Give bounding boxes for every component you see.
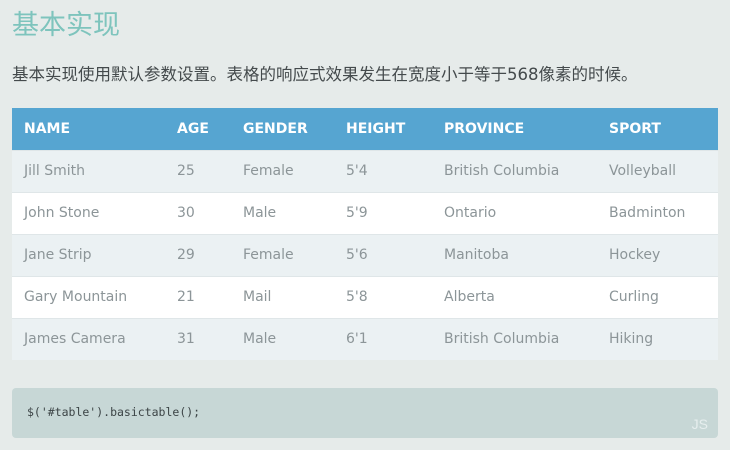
cell-gender: Mail: [231, 275, 334, 318]
header-age: AGE: [165, 108, 231, 150]
cell-name: John Stone: [12, 191, 165, 234]
cell-name: Jill Smith: [12, 149, 165, 192]
header-sport: SPORT: [597, 108, 718, 150]
cell-age: 31: [165, 317, 231, 360]
cell-gender: Female: [231, 149, 334, 192]
header-height: HEIGHT: [334, 108, 432, 150]
cell-gender: Female: [231, 233, 334, 276]
header-gender: GENDER: [231, 108, 334, 150]
header-province: PROVINCE: [432, 108, 597, 150]
code-block[interactable]: $('#table').basictable(); JS: [12, 388, 718, 438]
cell-height: 5'9: [334, 191, 432, 234]
page: 基本实现 基本实现使用默认参数设置。表格的响应式效果发生在宽度小于等于568像素…: [0, 0, 730, 450]
cell-height: 6'1: [334, 317, 432, 360]
table-row: Jane Strip 29 Female 5'6 Manitoba Hockey: [12, 233, 718, 276]
table-row: James Camera 31 Male 6'1 British Columbi…: [12, 317, 718, 360]
cell-age: 25: [165, 149, 231, 192]
cell-province: Manitoba: [432, 233, 597, 276]
cell-sport: Curling: [597, 275, 718, 318]
cell-province: British Columbia: [432, 317, 597, 360]
cell-height: 5'4: [334, 149, 432, 192]
cell-sport: Hockey: [597, 233, 718, 276]
table-row: John Stone 30 Male 5'9 Ontario Badminton: [12, 191, 718, 234]
header-name: NAME: [12, 108, 165, 150]
cell-sport: Badminton: [597, 191, 718, 234]
cell-age: 21: [165, 275, 231, 318]
cell-gender: Male: [231, 317, 334, 360]
cell-province: British Columbia: [432, 149, 597, 192]
cell-height: 5'8: [334, 275, 432, 318]
cell-sport: Volleyball: [597, 149, 718, 192]
cell-province: Ontario: [432, 191, 597, 234]
table-header-row: NAME AGE GENDER HEIGHT PROVINCE SPORT: [12, 108, 718, 150]
code-snippet[interactable]: $('#table').basictable();: [27, 405, 200, 419]
cell-sport: Hiking: [597, 317, 718, 360]
cell-name: Gary Mountain: [12, 275, 165, 318]
page-title: 基本实现: [12, 10, 120, 41]
cell-age: 30: [165, 191, 231, 234]
cell-name: James Camera: [12, 317, 165, 360]
cell-age: 29: [165, 233, 231, 276]
cell-gender: Male: [231, 191, 334, 234]
table-row: Jill Smith 25 Female 5'4 British Columbi…: [12, 149, 718, 192]
code-language-label: JS: [691, 416, 708, 432]
cell-province: Alberta: [432, 275, 597, 318]
data-table: NAME AGE GENDER HEIGHT PROVINCE SPORT Ji…: [12, 108, 718, 360]
cell-height: 5'6: [334, 233, 432, 276]
table-row: Gary Mountain 21 Mail 5'8 Alberta Curlin…: [12, 275, 718, 318]
cell-name: Jane Strip: [12, 233, 165, 276]
page-description: 基本实现使用默认参数设置。表格的响应式效果发生在宽度小于等于568像素的时候。: [12, 65, 638, 84]
